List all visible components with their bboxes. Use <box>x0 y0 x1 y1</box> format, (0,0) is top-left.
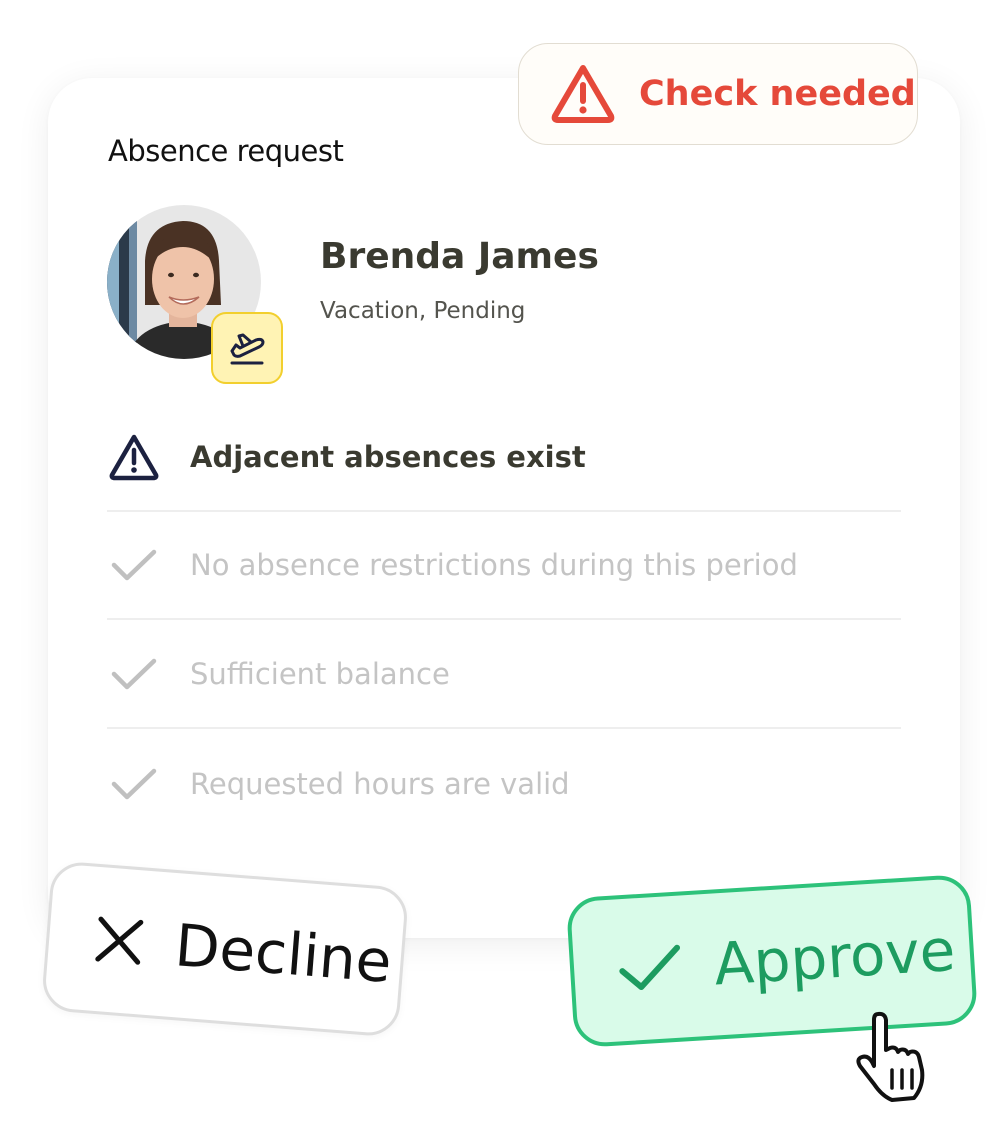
check-row-sufficient-balance: Sufficient balance <box>107 620 901 729</box>
decline-button[interactable]: Decline <box>40 860 410 1038</box>
check-needed-badge: Check needed <box>518 43 918 145</box>
check-row-adjacent-absences: Adjacent absences exist <box>107 403 901 512</box>
close-icon <box>95 916 144 965</box>
warning-triangle-icon <box>551 65 615 123</box>
check-row-label: Sufficient balance <box>190 656 450 691</box>
check-row-label: Adjacent absences exist <box>190 439 586 474</box>
checkmark-icon <box>111 768 157 799</box>
checkmark-icon <box>111 549 157 580</box>
check-row-absence-restrictions: No absence restrictions during this peri… <box>107 511 901 620</box>
check-row-label: Requested hours are valid <box>190 766 570 801</box>
check-row-label: No absence restrictions during this peri… <box>190 547 798 582</box>
check-needed-label: Check needed <box>639 74 916 114</box>
checkmark-icon <box>619 944 681 991</box>
employee-status: Vacation, Pending <box>320 298 526 324</box>
hand-pointer-cursor-icon <box>856 1011 925 1102</box>
check-row-requested-hours: Requested hours are valid <box>107 729 901 838</box>
checkmark-icon <box>111 658 157 689</box>
vacation-type-badge <box>211 312 283 384</box>
employee-name: Brenda James <box>320 236 599 277</box>
decline-label: Decline <box>172 911 395 996</box>
approve-label: Approve <box>712 915 958 999</box>
card-title: Absence request <box>108 134 344 168</box>
airplane-takeoff-icon <box>230 333 265 365</box>
warning-triangle-icon <box>109 434 159 480</box>
